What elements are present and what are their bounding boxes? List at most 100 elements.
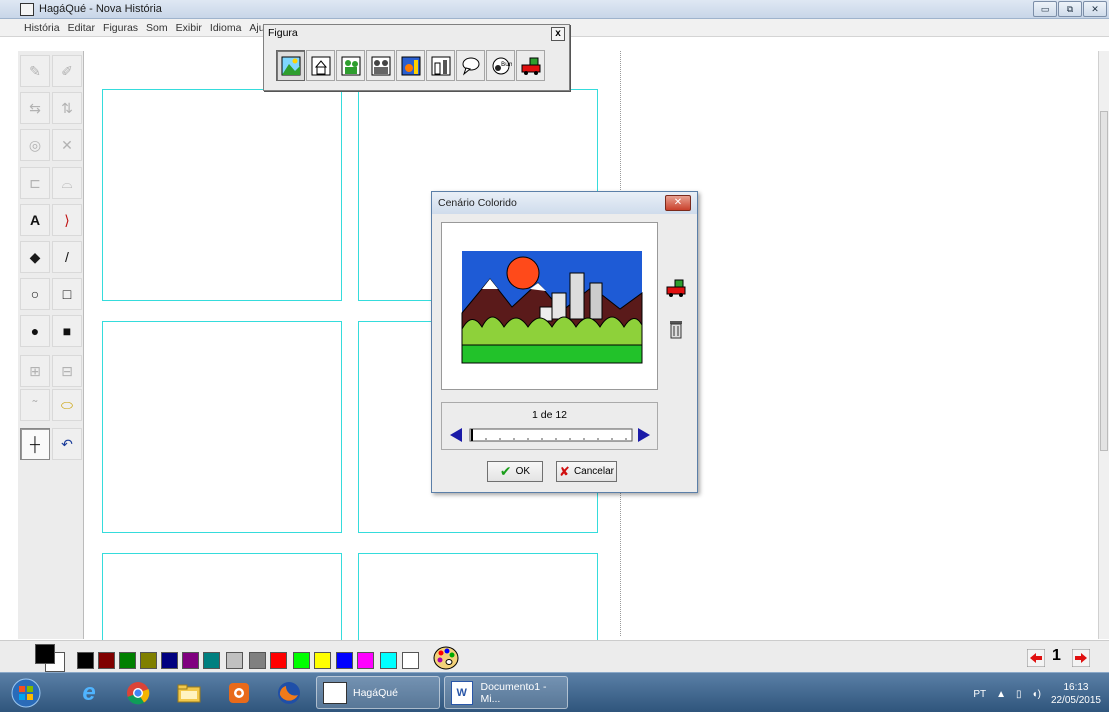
palette-color-purple[interactable] — [182, 652, 199, 669]
ok-button[interactable]: ✔ OK — [487, 461, 543, 482]
taskbar-chrome-button[interactable] — [124, 679, 152, 707]
app-icon — [20, 2, 34, 16]
house-icon — [311, 56, 330, 75]
palette-color-gray[interactable] — [249, 652, 266, 669]
clock-time: 16:13 — [1063, 682, 1089, 693]
palette-color-maroon[interactable] — [98, 652, 115, 669]
figura-sound-button[interactable]: Bum — [486, 50, 515, 81]
palette-color-teal[interactable] — [203, 652, 220, 669]
palette-color-green[interactable] — [119, 652, 136, 669]
palette-color-magenta[interactable] — [357, 652, 374, 669]
shrink-tool[interactable]: ✕ — [52, 129, 82, 161]
taskbar-task-hagaque[interactable]: HagáQué — [316, 676, 440, 709]
taskbar-media-button[interactable] — [225, 679, 253, 707]
figura-close-button[interactable]: x — [551, 27, 565, 41]
palette-color-silver[interactable] — [226, 652, 243, 669]
menu-exibir[interactable]: Exibir — [172, 22, 206, 34]
square-filled-tool[interactable]: ■ — [52, 315, 82, 347]
left-toolbar: ✎ ✐ ⇆ ⇅ ◎ ✕ ⊏ ⌓ A ⟩ ◆ / ○ □ ● ■ ⊞ ⊟ ˜ ⬭ … — [18, 51, 84, 639]
palette-color-lime[interactable] — [293, 652, 310, 669]
task-label: Documento1 - Mi... — [480, 680, 547, 705]
palette-color-red[interactable] — [270, 652, 287, 669]
hagaque-icon — [323, 681, 347, 704]
insert-figure-button[interactable] — [665, 275, 687, 301]
bring-front-tool[interactable]: ⊞ — [20, 355, 50, 387]
menu-editar[interactable]: Editar — [64, 22, 99, 34]
delete-figure-button[interactable] — [665, 316, 687, 342]
minimize-button[interactable]: ▭ — [1033, 1, 1057, 17]
draw-pencil-tool[interactable]: ✎ — [20, 55, 50, 87]
taskbar-firefox-button[interactable] — [275, 679, 303, 707]
color-picker-button[interactable] — [432, 644, 462, 672]
vertical-scrollbar[interactable] — [1098, 51, 1109, 639]
menu-idioma[interactable]: Idioma — [206, 22, 246, 34]
select-tool[interactable]: ┼ — [20, 428, 50, 460]
start-button[interactable] — [10, 677, 42, 709]
text-tool[interactable]: A — [20, 204, 50, 236]
circle-filled-tool[interactable]: ● — [20, 315, 50, 347]
palette-color-black[interactable] — [77, 652, 94, 669]
menu-figuras[interactable]: Figuras — [99, 22, 142, 34]
figura-title-bar[interactable]: Figura x — [264, 25, 569, 41]
taskbar-ie-button[interactable]: e — [75, 679, 103, 707]
figura-characters-button[interactable] — [396, 50, 425, 81]
figura-balloon-button[interactable] — [456, 50, 485, 81]
freehand-tool[interactable]: ✐ — [52, 55, 82, 87]
restore-button[interactable]: ⧉ — [1058, 1, 1082, 17]
language-indicator[interactable]: PT — [973, 689, 986, 700]
figura-objects-button[interactable] — [426, 50, 455, 81]
figure-slider[interactable] — [448, 425, 652, 445]
volume-icon[interactable]: ◖) — [1032, 689, 1041, 700]
scrollbar-thumb[interactable] — [1100, 111, 1108, 451]
comic-panel[interactable] — [102, 553, 342, 640]
dialog-title-bar[interactable]: Cenário Colorido ✕ — [432, 192, 697, 214]
palette-color-cyan[interactable] — [380, 652, 397, 669]
taskbar-task-word[interactable]: W Documento1 - Mi... — [444, 676, 568, 709]
line-tool[interactable]: / — [52, 241, 82, 273]
palette-color-blue[interactable] — [336, 652, 353, 669]
flip-horizontal-tool[interactable]: ⇆ — [20, 92, 50, 124]
comic-panel[interactable] — [358, 553, 598, 640]
figura-house-button[interactable] — [306, 50, 335, 81]
small-tool[interactable]: ˜ — [20, 389, 50, 421]
palette-color-olive[interactable] — [140, 652, 157, 669]
speech-balloon-icon — [462, 57, 479, 76]
comic-panel[interactable] — [102, 321, 342, 533]
paint-bucket-tool[interactable]: ◆ — [20, 241, 50, 273]
next-page-button[interactable] — [1072, 649, 1090, 667]
dialog-close-button[interactable]: ✕ — [665, 195, 691, 211]
figura-people-button[interactable] — [336, 50, 365, 81]
send-back-tool[interactable]: ⊟ — [52, 355, 82, 387]
eraser-tool[interactable]: ⬭ — [52, 389, 82, 421]
layer-tool[interactable]: ⊏ — [20, 167, 50, 199]
checkmark-icon: ✔ — [499, 463, 512, 479]
palette-color-navy[interactable] — [161, 652, 178, 669]
figura-crowd-button[interactable] — [366, 50, 395, 81]
menu-historia[interactable]: História — [20, 22, 64, 34]
cylinder-tool[interactable]: ⌓ — [52, 167, 82, 199]
navigation-box: 1 de 12 — [441, 402, 658, 450]
scenery-preview — [441, 222, 658, 390]
square-outline-tool[interactable]: □ — [52, 278, 82, 310]
figura-truck-button[interactable] — [516, 50, 545, 81]
close-button[interactable]: ✕ — [1083, 1, 1107, 17]
circle-outline-tool[interactable]: ○ — [20, 278, 50, 310]
tray-expand-icon[interactable]: ▲ — [996, 689, 1006, 700]
page-number: 1 — [1052, 647, 1061, 664]
clock[interactable]: 16:13 22/05/2015 — [1051, 681, 1101, 707]
curve-tool[interactable]: ⟩ — [52, 204, 82, 236]
cancel-button[interactable]: ✘ Cancelar — [556, 461, 617, 482]
palette-color-yellow[interactable] — [314, 652, 331, 669]
foreground-color-swatch[interactable] — [35, 644, 55, 664]
comic-panel[interactable] — [102, 89, 342, 301]
battery-icon[interactable]: ▯ — [1016, 689, 1022, 700]
undo-tool[interactable]: ↶ — [52, 428, 82, 460]
figura-scenery-button[interactable] — [276, 50, 305, 81]
menu-som[interactable]: Som — [142, 22, 172, 34]
flip-vertical-tool[interactable]: ⇅ — [52, 92, 82, 124]
scenery-dialog: Cenário Colorido ✕ 1 de 12 ✔ OK ✘ Cancel… — [431, 191, 698, 493]
palette-color-white[interactable] — [402, 652, 419, 669]
rotate-tool[interactable]: ◎ — [20, 129, 50, 161]
taskbar-explorer-button[interactable] — [175, 679, 203, 707]
previous-page-button[interactable] — [1027, 649, 1045, 667]
